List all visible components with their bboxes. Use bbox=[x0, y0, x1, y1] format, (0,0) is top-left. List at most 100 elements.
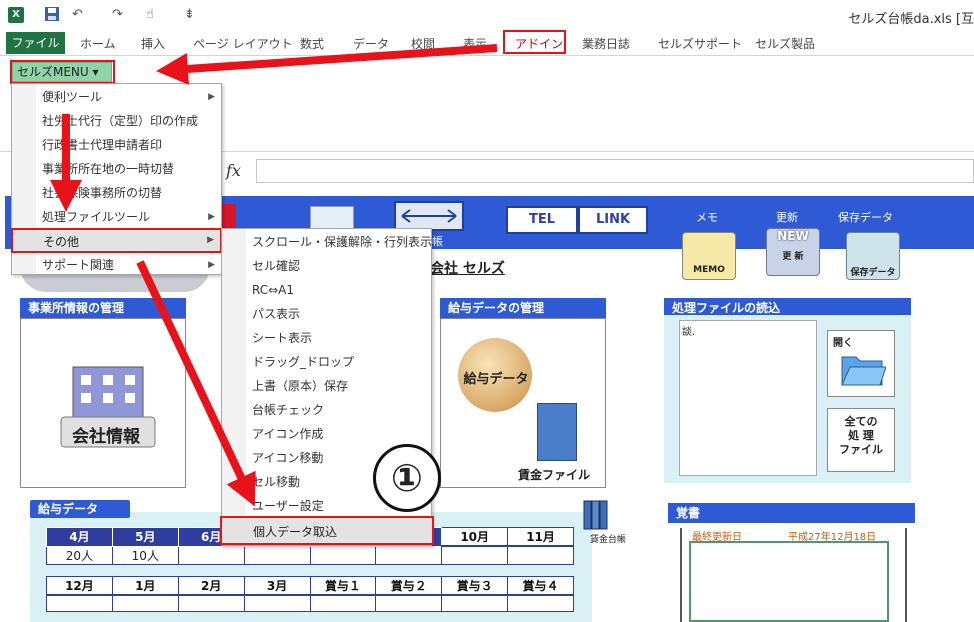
memo-text-area[interactable] bbox=[689, 541, 889, 622]
menu-item-rc-a1[interactable]: RC⇔A1 bbox=[222, 278, 294, 302]
menu-item-label: 処理ファイルツール bbox=[42, 210, 151, 224]
cells-menu-button[interactable]: セルズMENU ▾ bbox=[12, 62, 112, 82]
link-button[interactable]: LINK bbox=[578, 206, 648, 234]
tab-cells-support[interactable]: セルズサポート bbox=[658, 35, 742, 52]
grid-cell[interactable]: 20人 bbox=[46, 545, 113, 565]
wage-file-binder-icon[interactable] bbox=[537, 403, 577, 461]
menu-item-path-display[interactable]: パス表示 bbox=[222, 302, 300, 326]
payroll-data-label: 給与データ bbox=[463, 372, 529, 387]
grid-cell[interactable]: 賞与１ bbox=[309, 576, 377, 596]
grid-cell[interactable] bbox=[111, 594, 179, 612]
update-header-label: 更新 bbox=[776, 211, 798, 224]
menu-item-benri-tool[interactable]: 便利ツール ▶ bbox=[12, 85, 221, 109]
menu-item-ledger-check[interactable]: 台帳チェック bbox=[222, 398, 324, 422]
grid-cell[interactable]: 12月 bbox=[46, 576, 113, 596]
menu-item-personal-data-import[interactable]: 個人データ取込 bbox=[220, 516, 434, 545]
grid-cell[interactable]: 10月 bbox=[441, 527, 509, 547]
save-icon[interactable] bbox=[44, 6, 60, 24]
grid-cell[interactable] bbox=[309, 594, 377, 612]
window-title: セルズ台帳da.xls [互 bbox=[848, 12, 974, 27]
grid-cell[interactable] bbox=[46, 594, 113, 612]
company-name: 会社 セルズ bbox=[430, 261, 505, 277]
tab-file[interactable]: ファイル bbox=[6, 32, 65, 54]
menu-item-process-file-tool[interactable]: 処理ファイルツール ▶ bbox=[12, 205, 221, 229]
menu-item-cell-move[interactable]: セル移動 bbox=[222, 470, 300, 494]
grid-cell[interactable] bbox=[177, 545, 245, 565]
wage-ledger-label: 賃金台帳 bbox=[590, 535, 627, 545]
menu-item-icon-move[interactable]: アイコン移動 bbox=[222, 446, 323, 470]
grid-cell[interactable]: 賞与２ bbox=[375, 576, 443, 596]
grid-cell[interactable]: 賞与３ bbox=[441, 576, 509, 596]
transfer-icon[interactable] bbox=[394, 201, 464, 231]
menu-item-shaho-switch[interactable]: 社会保険事務所の切替 bbox=[12, 181, 221, 205]
grid-cell[interactable] bbox=[507, 594, 574, 612]
update-icon[interactable]: NEW 更 新 bbox=[766, 228, 820, 276]
grid2-header-row: 12月 1月 2月 3月 賞与１ 賞与２ 賞与３ 賞与４ bbox=[46, 576, 574, 596]
menu-item-overwrite-save[interactable]: 上書（原本）保存 bbox=[222, 374, 348, 398]
tab-data[interactable]: データ bbox=[353, 35, 389, 52]
formula-input[interactable] bbox=[256, 159, 974, 183]
menu-item-label: 上書（原本）保存 bbox=[252, 379, 349, 393]
tab-view[interactable]: 表示 bbox=[463, 35, 487, 52]
grid-cell[interactable] bbox=[441, 545, 509, 565]
menu-item-support[interactable]: サポート関連 ▶ bbox=[12, 253, 221, 277]
tab-cells-products[interactable]: セルズ製品 bbox=[755, 35, 815, 52]
grid-cell[interactable] bbox=[375, 594, 443, 612]
tab-page-layout[interactable]: ページ レイアウト bbox=[193, 35, 293, 52]
menu-item-cell-check[interactable]: セル確認 bbox=[222, 254, 300, 278]
tab-review[interactable]: 校閲 bbox=[411, 35, 435, 52]
menu-item-user-settings[interactable]: ユーザー設定 bbox=[222, 494, 324, 518]
menu-item-gyosei-stamp[interactable]: 行政書士代理申請者印 bbox=[12, 133, 221, 157]
tab-insert[interactable]: 挿入 bbox=[141, 35, 165, 52]
grid-cell[interactable]: 4月 bbox=[46, 527, 113, 547]
grid-cell[interactable]: 10人 bbox=[111, 545, 179, 565]
tab-home[interactable]: ホーム bbox=[80, 35, 116, 52]
tab-addin[interactable]: アドイン bbox=[515, 35, 563, 52]
grid-cell[interactable] bbox=[375, 545, 443, 565]
grid1-value-row: 20人 10人 bbox=[46, 545, 574, 565]
menu-item-icon-create[interactable]: アイコン作成 bbox=[222, 422, 323, 446]
menu-item-label: スクロール・保護解除・行列表示 bbox=[252, 235, 433, 249]
load-file-list[interactable]: 談. bbox=[679, 320, 817, 476]
menu-item-label: 便利ツール bbox=[42, 90, 103, 104]
menu-item-sharoushi-stamp[interactable]: 社労士代行（定型）印の作成 bbox=[12, 109, 221, 133]
grid-cell[interactable] bbox=[243, 545, 311, 565]
redo-icon[interactable]: ↷ bbox=[112, 6, 123, 24]
customize-qat-icon[interactable]: ⇟ bbox=[184, 6, 195, 24]
tab-gyomu-nisshi[interactable]: 業務日誌 bbox=[582, 35, 630, 52]
grid2-value-row bbox=[46, 594, 574, 612]
menu-item-sonota[interactable]: その他 ▶ bbox=[11, 228, 222, 253]
grid-cell[interactable] bbox=[177, 594, 245, 612]
menu-item-drag-drop[interactable]: ドラッグ_ドロップ bbox=[222, 350, 354, 374]
grid-cell[interactable]: 賞与４ bbox=[507, 576, 574, 596]
grid-cell[interactable]: 5月 bbox=[111, 527, 179, 547]
grid-cell[interactable] bbox=[441, 594, 509, 612]
kyuyo-panel-title: 給与データの管理 bbox=[440, 298, 606, 318]
submenu-arrow-icon: ▶ bbox=[208, 260, 215, 270]
fx-icon[interactable]: fx bbox=[226, 161, 241, 180]
tab-formulas[interactable]: 数式 bbox=[300, 35, 324, 52]
tel-button[interactable]: TEL bbox=[506, 206, 578, 234]
menu-item-label: サポート関連 bbox=[42, 258, 115, 272]
menu-item-scroll-unprotect[interactable]: スクロール・保護解除・行列表示 bbox=[222, 230, 432, 254]
grid-cell[interactable]: 1月 bbox=[111, 576, 179, 596]
update-new-label: NEW bbox=[777, 229, 809, 243]
grid-cell[interactable] bbox=[507, 545, 574, 565]
save-data-icon-label: 保存データ bbox=[850, 268, 896, 278]
menu-item-sheet-display[interactable]: シート表示 bbox=[222, 326, 312, 350]
grid-cell[interactable] bbox=[309, 545, 377, 565]
memo-icon[interactable]: MEMO bbox=[682, 232, 736, 280]
menu-item-office-switch[interactable]: 事業所所在地の一時切替 bbox=[12, 157, 221, 181]
wage-ledger-icon[interactable] bbox=[580, 497, 616, 531]
header-tail-text: 帳 bbox=[432, 235, 443, 248]
grid-cell[interactable]: 3月 bbox=[243, 576, 311, 596]
all-process-files-button[interactable]: 全ての 処 理 ファイル bbox=[827, 408, 895, 472]
title-bar: X ↶ ↷ ☝ ⇟ セルズ台帳da.xls [互 bbox=[0, 0, 974, 30]
undo-icon[interactable]: ↶ bbox=[72, 6, 83, 24]
menu-item-label: ドラッグ_ドロップ bbox=[252, 355, 355, 369]
grid-cell[interactable]: 2月 bbox=[177, 576, 245, 596]
save-data-icon[interactable]: 保存データ bbox=[846, 232, 900, 280]
touch-mode-icon[interactable]: ☝ bbox=[146, 6, 154, 24]
grid-cell[interactable] bbox=[243, 594, 311, 612]
grid-cell[interactable]: 11月 bbox=[507, 527, 574, 547]
